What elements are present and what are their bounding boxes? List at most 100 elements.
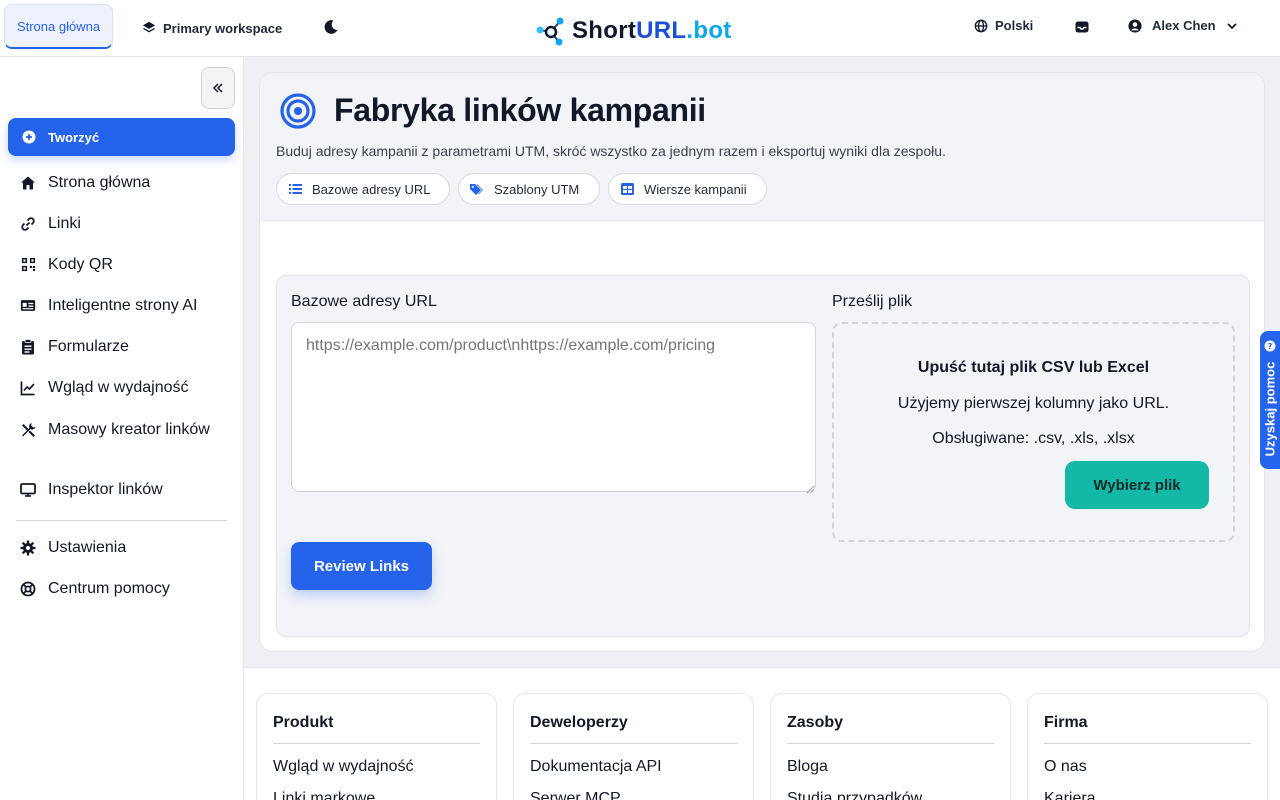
home-icon [20,175,36,191]
id-card-icon [20,298,36,314]
collapse-sidebar-button[interactable] [201,67,235,109]
sidebar-item-bulk-creator[interactable]: Masowy kreator linków [20,420,230,439]
footer-divider [1044,743,1251,744]
sidebar-item-label: Centrum pomocy [48,580,170,597]
sidebar-item-ai-pages[interactable]: Inteligentne strony AI [20,296,230,315]
footer-column-company: Firma O nas Kariera [1027,693,1268,800]
sidebar-item-label: Masowy kreator linków [48,421,210,438]
chevrons-left-icon [211,81,225,95]
sidebar-item-forms[interactable]: Formularze [20,337,230,356]
user-menu[interactable]: Alex Chen [1128,18,1238,33]
campaign-factory-card: Fabryka linków kampanii Buduj adresy kam… [259,72,1265,652]
plus-circle-icon [22,130,36,144]
help-circle-icon: ? [1264,339,1276,352]
footer-link[interactable]: Bloga [787,758,828,776]
page-title: Fabryka linków kampanii [334,92,706,128]
chip-label: Szablony UTM [494,181,580,197]
footer-heading: Deweloperzy [530,714,628,731]
gear-icon [20,540,36,556]
language-label: Polski [995,18,1034,33]
footer-link[interactable]: Studia przypadków [787,790,922,800]
footer-heading: Produkt [273,714,334,731]
line-chart-icon [20,380,36,396]
sidebar-divider [16,520,227,521]
footer-divider [530,743,737,744]
table-icon [620,182,634,196]
user-avatar-icon [1128,18,1142,33]
resize-grip-icon[interactable] [805,481,815,494]
list-icon [288,182,302,196]
tab-home[interactable]: Strona główna [4,4,113,49]
sidebar-item-label: Strona główna [48,174,151,191]
page-subtitle: Buduj adresy kampanii z parametrami UTM,… [276,143,946,159]
sidebar-item-label: Ustawienia [48,539,127,556]
monitor-icon [20,482,36,498]
logo-share-icon [536,16,566,46]
card-header: Fabryka linków kampanii Buduj adresy kam… [260,73,1264,221]
globe-icon [974,19,988,33]
layers-icon [142,21,156,35]
sidebar-item-home[interactable]: Strona główna [20,173,230,192]
chevron-down-icon [1226,20,1238,32]
sidebar-item-performance[interactable]: Wgląd w wydajność [20,378,230,397]
workspace-switcher[interactable]: Primary workspace [142,18,282,38]
file-dropzone[interactable]: Upuść tutaj plik CSV lub Excel Użyjemy p… [832,322,1235,542]
qr-icon [20,257,36,273]
footer-link[interactable]: Linki markowe [273,790,375,800]
chip-utm-templates[interactable]: Szablony UTM [458,173,600,205]
create-label: Tworzyć [48,129,100,145]
target-icon [280,93,316,129]
chip-base-urls[interactable]: Bazowe adresy URL [276,173,450,205]
logo-text: ShortURL.bot [572,17,732,44]
chip-label: Wiersze kampanii [644,181,747,197]
clipboard-icon [20,338,36,355]
inbox-icon[interactable] [1074,19,1090,35]
footer-link[interactable]: Dokumentacja API [530,758,662,776]
sidebar-item-links[interactable]: Linki [20,214,230,233]
sidebar-item-settings[interactable]: Ustawienia [20,538,230,557]
sidebar-item-help-center[interactable]: Centrum pomocy [20,579,230,598]
footer-link[interactable]: Serwer MCP [530,790,621,800]
lifebuoy-icon [20,581,36,597]
dropzone-title: Upuść tutaj plik CSV lub Excel [917,359,1150,376]
logo[interactable]: ShortURL.bot [536,14,732,48]
theme-toggle-moon-icon[interactable] [322,17,340,37]
sidebar-item-label: Inteligentne strony AI [48,297,198,314]
sidebar-item-label: Linki [48,215,81,232]
user-name: Alex Chen [1152,18,1216,33]
language-selector[interactable]: Polski [974,18,1033,33]
footer-link[interactable]: Kariera [1044,790,1096,800]
link-icon [20,216,36,232]
main-content: Fabryka linków kampanii Buduj adresy kam… [244,57,1280,667]
get-help-tab[interactable]: ? Uzyskaj pomoc [1260,331,1280,469]
sidebar-item-label: Kody QR [48,256,113,273]
footer-divider [273,743,480,744]
chip-label: Bazowe adresy URL [312,181,431,197]
sidebar: Tworzyć Strona główna Linki Kody QR Inte… [0,57,244,800]
base-urls-textarea[interactable] [291,322,816,492]
footer: Produkt Wgląd w wydajność Linki markowe … [244,667,1280,800]
dropzone-hint: Użyjemy pierwszej kolumny jako URL. [897,395,1170,412]
sidebar-item-label: Formularze [48,338,129,355]
top-bar: Strona główna Primary workspace ShortURL… [0,0,1280,57]
sidebar-item-label: Wgląd w wydajność [48,379,189,396]
footer-link[interactable]: O nas [1044,758,1087,776]
sidebar-item-label: Inspektor linków [48,481,163,498]
footer-divider [787,743,994,744]
workspace-label: Primary workspace [163,20,283,36]
base-urls-label: Bazowe adresy URL [291,293,437,310]
get-help-label: Uzyskaj pomoc [1262,361,1278,457]
chip-campaign-rows[interactable]: Wiersze kampanii [608,173,767,205]
svg-text:?: ? [1268,342,1273,351]
sidebar-item-qr-codes[interactable]: Kody QR [20,255,230,274]
footer-heading: Firma [1044,714,1088,731]
dropzone-formats: Obsługiwane: .csv, .xls, .xlsx [932,430,1135,447]
tools-icon [20,422,36,438]
sidebar-item-link-inspector[interactable]: Inspektor linków [20,480,230,499]
tags-icon [470,182,484,196]
create-button[interactable]: Tworzyć [8,118,235,156]
review-links-button[interactable]: Review Links [291,542,432,590]
choose-file-button[interactable]: Wybierz plik [1065,461,1209,509]
footer-link[interactable]: Wgląd w wydajność [273,758,414,776]
url-input-panel: Bazowe adresy URL Review Links Prześlij … [276,275,1250,637]
